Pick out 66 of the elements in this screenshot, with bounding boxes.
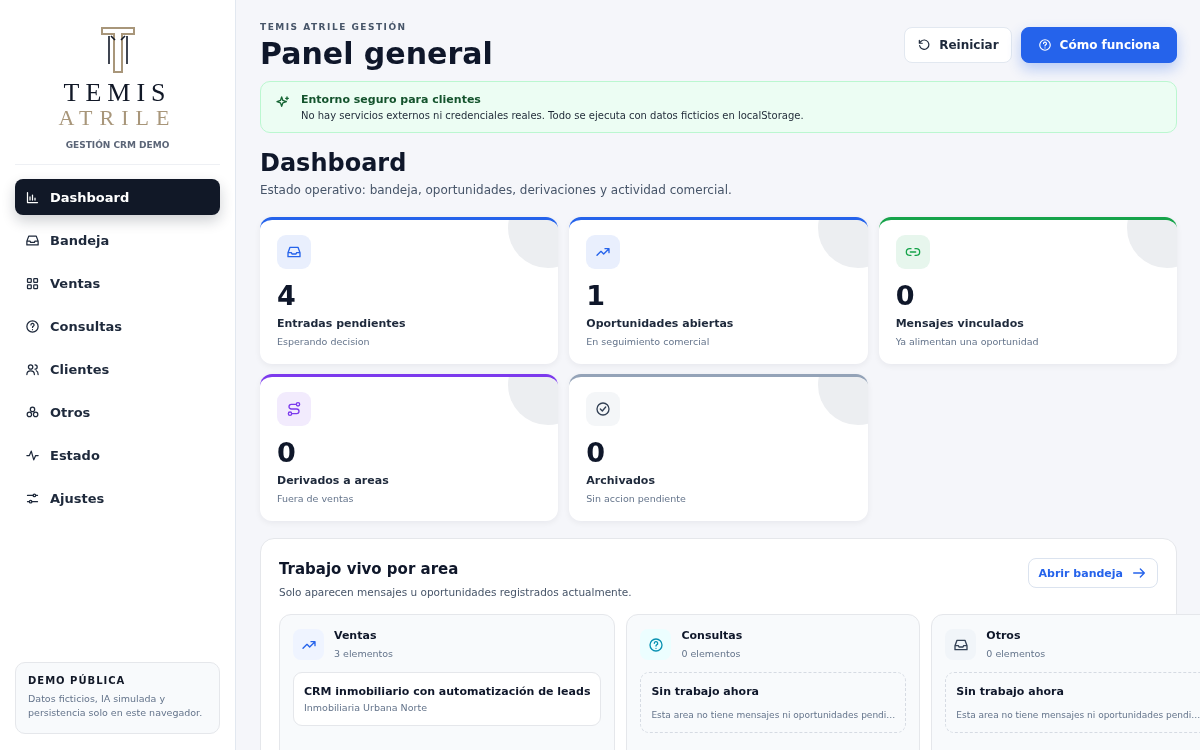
reset-icon: [917, 38, 932, 52]
notice-text: No hay servicios externos ni credenciales reales. Todo se ejecuta con datos ficticios en localStorage.: [301, 110, 804, 121]
sidebar-item[interactable]: Dashboard: [15, 179, 220, 216]
stat-label: Derivados a areas: [277, 474, 390, 487]
empty-text: Esta area no tiene mensajes ni oportunidades pendi…: [651, 710, 896, 720]
area-name: Consultas: [681, 629, 743, 642]
demo-text: Datos ficticios, IA simulada y persistencia solo en este navegador.: [28, 691, 204, 721]
users-icon: [25, 361, 40, 377]
stat-label: Archivados: [586, 474, 656, 487]
help-icon: [1037, 38, 1052, 52]
stat-label: Mensajes vinculados: [895, 317, 1025, 330]
stat-value: 1: [586, 282, 607, 309]
inbox-icon: [286, 244, 302, 260]
stat-hint: Ya alimentan una oportunidad: [895, 336, 1040, 347]
work-item-card[interactable]: CRM inmobiliario con automatización de leads Inmobiliaria Urbana Norte: [293, 672, 602, 726]
area-name: Ventas: [334, 629, 378, 642]
sidebar-item[interactable]: Ventas: [15, 265, 220, 302]
brand-subtitle: GESTIÓN CRM DEMO: [65, 140, 170, 151]
open-inbox-button[interactable]: Abrir bandeja: [1027, 558, 1158, 588]
page-eyebrow: TEMIS ATRILE GESTIÓN: [260, 22, 408, 32]
inbox-icon: [25, 232, 40, 248]
panel-subtitle: Solo aparecen mensajes u oportunidades registrados actualmente.: [279, 586, 632, 598]
column-logo-icon: [99, 26, 136, 74]
stat-hint: Sin accion pendiente: [586, 493, 687, 504]
stat-label: Oportunidades abiertas: [586, 317, 735, 330]
sidebar-item[interactable]: Ajustes: [15, 480, 220, 517]
arrow-right-icon: [1131, 565, 1147, 581]
notice-title: Entorno seguro para clientes: [301, 93, 482, 106]
stat-value: 4: [277, 282, 297, 309]
section-subtitle: Estado operativo: bandeja, oportunidades, derivaciones y actividad comercial.: [260, 183, 733, 197]
item-title: CRM inmobiliario con automatización de leads: [304, 685, 591, 698]
stat-hint: En seguimiento comercial: [586, 336, 711, 347]
section-title: Dashboard: [260, 149, 408, 177]
stat-value: 0: [586, 439, 607, 466]
stat-hint: Fuera de ventas: [277, 493, 355, 504]
help-button[interactable]: Cómo funciona: [1020, 27, 1177, 63]
area-count: 0 elementos: [681, 648, 742, 659]
check-circle-icon: [595, 401, 612, 417]
demo-title: DEMO PÚBLICA: [28, 674, 127, 686]
empty-title: Sin trabajo ahora: [956, 685, 1065, 698]
area-name: Otros: [986, 629, 1022, 642]
chart-icon: [25, 189, 40, 205]
empty-title: Sin trabajo ahora: [651, 685, 760, 698]
brand-name: ATRILE: [58, 106, 177, 131]
area-count: 0 elementos: [986, 648, 1046, 659]
sidebar-item[interactable]: Otros: [15, 394, 220, 431]
page-title: Panel general: [260, 36, 493, 71]
sidebar-item[interactable]: Clientes: [15, 351, 220, 388]
sidebar-item[interactable]: Bandeja: [15, 222, 220, 259]
stat-value: 0: [895, 282, 916, 309]
panel-title: Trabajo vivo por area: [279, 560, 460, 578]
grid-icon: [25, 275, 40, 291]
sidebar-item[interactable]: Consultas: [15, 308, 220, 345]
empty-text: Esta area no tiene mensajes ni oportunidades pendi…: [956, 710, 1200, 720]
route-icon: [286, 401, 302, 417]
help-icon: [647, 636, 664, 653]
stat-value: 0: [277, 439, 297, 466]
item-client: Inmobiliaria Urbana Norte: [304, 702, 428, 713]
reset-button[interactable]: Reiniciar: [904, 27, 1012, 63]
brand-name: TEMIS: [63, 80, 172, 106]
stat-label: Entradas pendientes: [277, 317, 407, 330]
area-count: 3 elementos: [334, 648, 393, 659]
circles-icon: [25, 404, 40, 420]
stat-hint: Esperando decision: [277, 336, 371, 347]
help-icon: [25, 318, 40, 334]
sidebar-item[interactable]: Estado: [15, 437, 220, 474]
